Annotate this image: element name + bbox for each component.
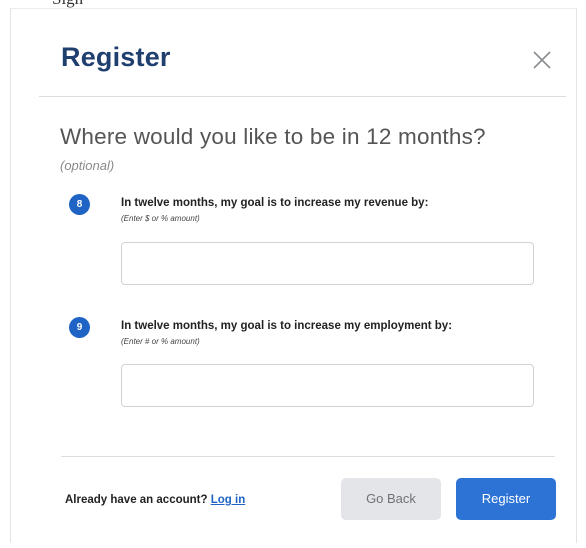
header-divider: [39, 96, 566, 97]
page: Sign Register Where would you like to be…: [0, 0, 586, 548]
go-back-button[interactable]: Go Back: [341, 478, 441, 520]
top-clipped-text: Sign: [52, 0, 83, 8]
revenue-goal-input[interactable]: [121, 242, 534, 285]
close-icon: [533, 51, 551, 69]
question-label-revenue: In twelve months, my goal is to increase…: [121, 197, 429, 209]
modal-title: Register: [61, 42, 171, 72]
question-hint-revenue: (Enter $ or % amount): [121, 214, 200, 223]
register-button[interactable]: Register: [456, 478, 556, 520]
question-number-badge: 8: [69, 194, 90, 215]
account-prompt-text: Already have an account?: [65, 494, 208, 506]
footer-divider: [61, 456, 555, 457]
account-prompt: Already have an account? Log in: [65, 494, 245, 506]
question-hint-employment: (Enter # or % amount): [121, 337, 200, 346]
employment-goal-input[interactable]: [121, 364, 534, 407]
optional-label: (optional): [60, 158, 115, 173]
close-button[interactable]: [531, 49, 553, 71]
section-title: Where would you like to be in 12 months?: [60, 124, 486, 149]
question-label-employment: In twelve months, my goal is to increase…: [121, 320, 453, 332]
login-link[interactable]: Log in: [211, 494, 246, 506]
register-modal: Register Where would you like to be in 1…: [10, 8, 577, 543]
question-number-badge: 9: [69, 317, 90, 338]
